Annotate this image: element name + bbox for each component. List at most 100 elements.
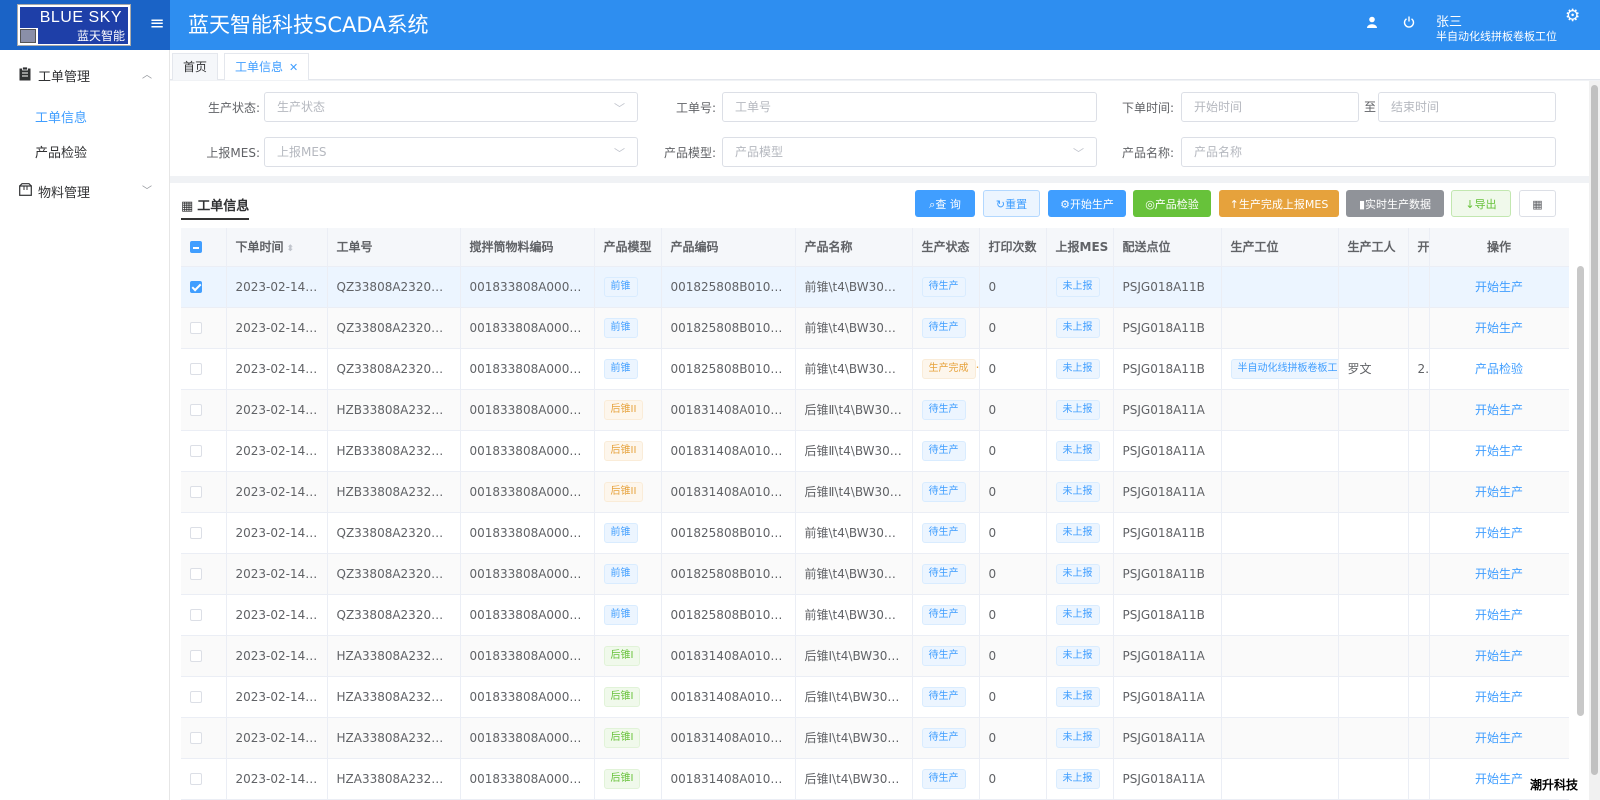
row-select-cell[interactable]: [181, 553, 227, 595]
table-row[interactable]: 2023-02-14 1... QZ33808A2320088 001833808A…: [181, 266, 1569, 308]
table-cell: [1338, 758, 1409, 800]
table-row[interactable]: 2023-02-14 1... HZB33808A2320084 001833808…: [181, 471, 1569, 513]
row-checkbox[interactable]: [190, 773, 202, 785]
row-action-link[interactable]: 开始生产: [1475, 403, 1523, 417]
row-select-cell[interactable]: [181, 512, 227, 554]
row-select-cell[interactable]: [181, 430, 227, 472]
row-checkbox[interactable]: [190, 445, 202, 457]
table-row[interactable]: 2023-02-14 1... QZ33808A2320075 001833808A…: [181, 594, 1569, 636]
table-row[interactable]: 2023-02-14 1... HZB33808A2320085 001833808…: [181, 389, 1569, 431]
order-number-input[interactable]: [723, 93, 1096, 121]
menu-toggle-icon[interactable]: ≡: [148, 14, 166, 34]
table-row[interactable]: 2023-02-14 1... HZA33808A2320087 001833808…: [181, 635, 1569, 677]
row-checkbox[interactable]: [190, 404, 202, 416]
end-time-field[interactable]: [1378, 92, 1556, 122]
page-scrollbar[interactable]: [1589, 81, 1600, 800]
sidebar-group-material[interactable]: 物料管理 ﹀: [0, 168, 170, 212]
reset-button[interactable]: ↻重置: [983, 190, 1040, 217]
sort-icon[interactable]: ⬍: [287, 244, 295, 254]
row-checkbox[interactable]: [190, 527, 202, 539]
delivery-point: PSJG018A11B: [1122, 361, 1205, 376]
gear-icon[interactable]: ⚙: [1565, 6, 1580, 26]
mes-select[interactable]: ﹀: [264, 137, 638, 167]
row-checkbox[interactable]: [190, 363, 202, 375]
table-row[interactable]: 2023-02-14 1... QZ33808A2320069 001833808A…: [181, 307, 1569, 349]
end-time-input[interactable]: [1379, 93, 1555, 121]
power-icon[interactable]: [1401, 16, 1417, 32]
mes-label: 上报MES:: [206, 146, 260, 160]
row-checkbox[interactable]: [190, 609, 202, 621]
select-all-checkbox[interactable]: [190, 241, 202, 254]
realtime-data-button[interactable]: ▮实时生产数据: [1346, 190, 1444, 217]
table-row[interactable]: 2023-02-14 1... HZB33808A2320087 001833808…: [181, 430, 1569, 472]
row-checkbox[interactable]: [190, 568, 202, 580]
table-row[interactable]: 2023-02-14 1... QZ33808A2320044 001833808A…: [181, 348, 1569, 390]
row-checkbox[interactable]: [190, 281, 202, 293]
export-button[interactable]: ↓导出: [1451, 190, 1511, 217]
sidebar-group-work-order[interactable]: 工单管理 ︿: [0, 52, 170, 96]
product-name: 后锥Ⅱ\t4\BW300TP: [804, 444, 912, 458]
sidebar-item-work-order-info[interactable]: 工单信息: [0, 97, 170, 133]
row-action-link[interactable]: 开始生产: [1475, 444, 1523, 458]
start-time-field[interactable]: [1181, 92, 1359, 122]
row-select-cell[interactable]: [181, 266, 227, 308]
print-count: 0: [988, 648, 997, 663]
start-production-button[interactable]: ⚙开始生产: [1048, 190, 1126, 217]
row-action-link[interactable]: 开始生产: [1475, 690, 1523, 704]
report-mes-button[interactable]: ↑生产完成上报MES: [1219, 190, 1339, 217]
row-action-link[interactable]: 开始生产: [1475, 485, 1523, 499]
row-action-link[interactable]: 开始生产: [1475, 649, 1523, 663]
start-time-input[interactable]: [1182, 93, 1358, 121]
tab-work-order-info[interactable]: 工单信息 ✕: [224, 53, 310, 80]
row-action-link[interactable]: 开始生产: [1475, 321, 1523, 335]
select-all-cell[interactable]: [181, 228, 227, 267]
row-select-cell[interactable]: [181, 348, 227, 390]
product-code: 001825808B0100001: [670, 279, 795, 294]
row-action-link[interactable]: 开始生产: [1475, 280, 1523, 294]
close-icon[interactable]: ✕: [289, 61, 298, 74]
query-button[interactable]: ⌕查 询: [915, 190, 975, 217]
row-checkbox[interactable]: [190, 650, 202, 662]
table-row[interactable]: 2023-02-14 1... QZ33808A2320080 001833808A…: [181, 512, 1569, 554]
row-select-cell[interactable]: [181, 471, 227, 513]
row-select-cell[interactable]: [181, 594, 227, 636]
row-action-link[interactable]: 开始生产: [1475, 608, 1523, 622]
tab-home[interactable]: 首页: [172, 53, 219, 80]
mes-badge: 未上报: [1055, 522, 1100, 543]
product-name-field[interactable]: [1181, 137, 1556, 167]
column-settings-button[interactable]: ▦: [1519, 190, 1556, 217]
sidebar-item-product-inspection[interactable]: 产品检验: [0, 132, 170, 168]
product-name-input[interactable]: [1182, 138, 1555, 166]
scrollbar-thumb[interactable]: [1591, 85, 1598, 775]
status-select-input[interactable]: [265, 93, 637, 121]
row-select-cell[interactable]: [181, 717, 227, 759]
model-select-input[interactable]: [723, 138, 1096, 166]
row-select-cell[interactable]: [181, 758, 227, 800]
status-badge: 待生产: [921, 481, 966, 502]
model-select[interactable]: ﹀: [722, 137, 1097, 167]
row-checkbox[interactable]: [190, 732, 202, 744]
order-number-field[interactable]: [722, 92, 1097, 122]
table-row[interactable]: 2023-02-14 1... HZA33808A2320046 001833808…: [181, 758, 1569, 800]
row-action-link[interactable]: 开始生产: [1475, 731, 1523, 745]
row-select-cell[interactable]: [181, 389, 227, 431]
row-checkbox[interactable]: [190, 691, 202, 703]
table-row[interactable]: 2023-02-14 1... HZA33808A2320082 001833808…: [181, 676, 1569, 718]
row-select-cell[interactable]: [181, 307, 227, 349]
mes-select-input[interactable]: [265, 138, 637, 166]
row-checkbox[interactable]: [190, 486, 202, 498]
table-row[interactable]: 2023-02-14 1... QZ33808A2320071 001833808A…: [181, 553, 1569, 595]
column-header[interactable]: 下单时间 ⬍: [226, 228, 328, 267]
product-inspection-button[interactable]: ◎产品检验: [1133, 190, 1211, 217]
row-select-cell[interactable]: [181, 635, 227, 677]
row-select-cell[interactable]: [181, 676, 227, 718]
table-scrollbar[interactable]: [1577, 266, 1584, 716]
user-icon[interactable]: [1364, 16, 1380, 32]
status-select[interactable]: ﹀: [264, 92, 638, 122]
table-row[interactable]: 2023-02-14 1... HZA33808A2320069 001833808…: [181, 717, 1569, 759]
row-checkbox[interactable]: [190, 322, 202, 334]
row-action-link[interactable]: 开始生产: [1475, 567, 1523, 581]
row-action-link[interactable]: 开始生产: [1475, 772, 1523, 786]
row-action-link[interactable]: 产品检验: [1475, 362, 1523, 376]
row-action-link[interactable]: 开始生产: [1475, 526, 1523, 540]
